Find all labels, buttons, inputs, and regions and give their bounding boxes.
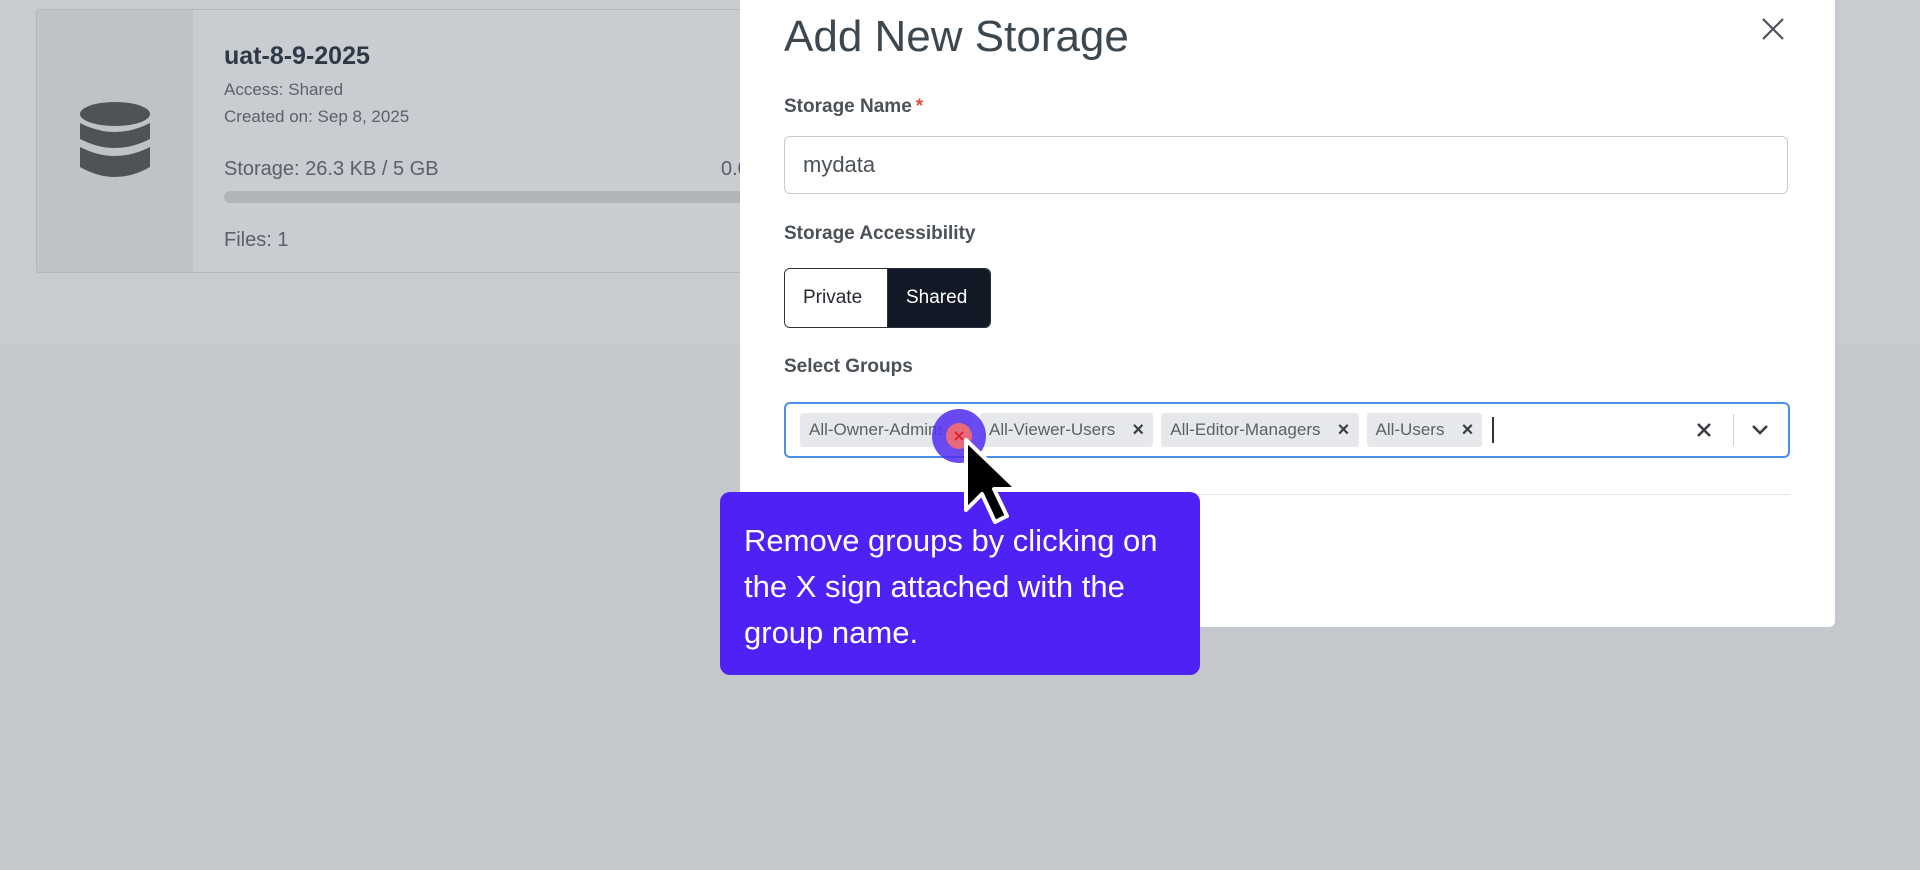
remove-group-button[interactable]: ×: [1123, 413, 1153, 447]
storage-title: uat-8-9-2025: [224, 42, 370, 70]
group-chip-label: All-Editor-Managers: [1170, 420, 1321, 439]
card-icon-pane: [37, 10, 193, 272]
text-caret: [1492, 417, 1495, 443]
close-icon: [1762, 18, 1784, 40]
private-option-button[interactable]: Private: [785, 269, 888, 327]
storage-name-input[interactable]: [784, 136, 1788, 194]
storage-accessibility-label: Storage Accessibility: [784, 223, 976, 244]
remove-group-button[interactable]: ×: [1452, 413, 1482, 447]
storage-file-count: Files: 1: [224, 229, 289, 251]
storage-created-date: Created on: Sep 8, 2025: [224, 107, 410, 126]
storage-usage-bar: [224, 191, 784, 203]
accessibility-toggle: Private Shared: [784, 268, 991, 328]
mouse-pointer-icon: [964, 438, 1019, 524]
group-chip: All-Users ×: [1366, 413, 1483, 447]
database-icon: [80, 102, 150, 177]
group-chip: All-Editor-Managers ×: [1161, 413, 1359, 447]
storage-name-label: Storage Name *: [784, 96, 923, 118]
storage-access: Access: Shared: [224, 80, 344, 99]
select-groups-label: Select Groups: [784, 356, 913, 377]
group-chip-label: All-Users: [1375, 420, 1445, 439]
shared-option-button[interactable]: Shared: [888, 269, 990, 327]
multiselect-separator: [1733, 414, 1734, 446]
modal-title: Add New Storage: [784, 12, 1129, 61]
storage-usage-text: Storage: 26.3 KB / 5 GB: [224, 158, 439, 180]
required-asterisk: *: [915, 96, 924, 117]
remove-group-button[interactable]: ×: [1329, 413, 1359, 447]
clear-all-groups-button[interactable]: [1688, 414, 1720, 446]
storage-name-label-text: Storage Name: [784, 96, 912, 117]
group-chip-label: All-Owner-Admins: [809, 420, 942, 439]
storage-card[interactable]: uat-8-9-2025 Access: Shared Created on: …: [36, 9, 798, 273]
guide-tooltip: Remove groups by clicking on the X sign …: [720, 492, 1200, 675]
groups-dropdown-toggle[interactable]: [1744, 414, 1776, 446]
clear-icon: [1697, 423, 1711, 437]
close-modal-button[interactable]: [1757, 13, 1789, 45]
chevron-down-icon: [1752, 425, 1768, 435]
